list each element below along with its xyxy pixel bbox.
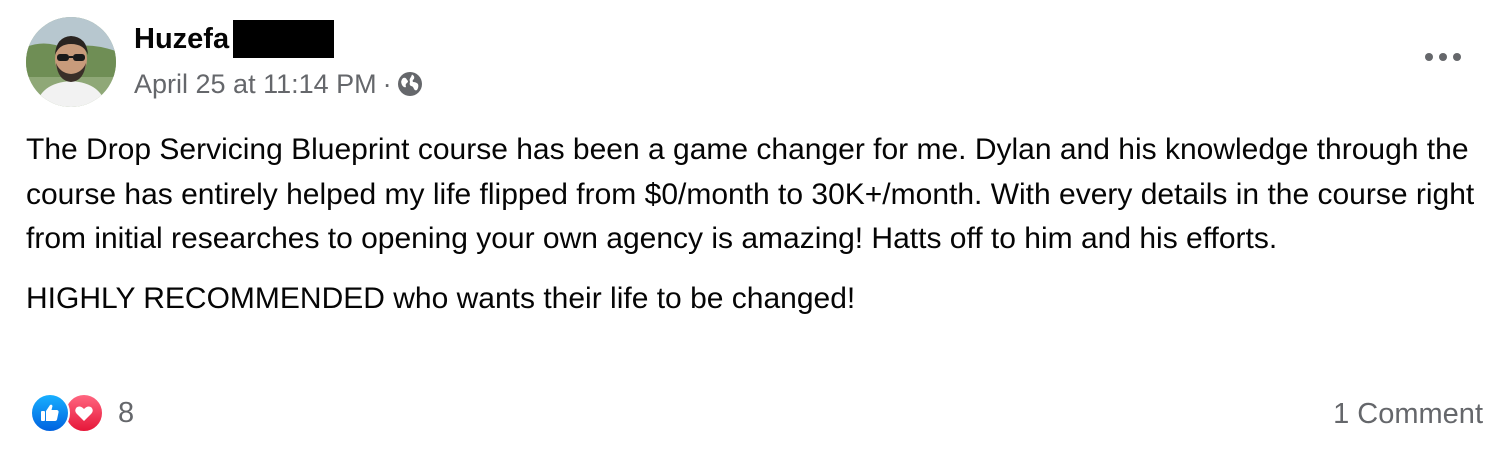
love-icon (64, 393, 104, 433)
post-author-row: Huzefa (134, 19, 335, 59)
more-options-button[interactable] (1418, 40, 1468, 76)
reactions-summary[interactable]: 8 (30, 391, 134, 435)
comment-count-link[interactable]: 1 Comment (1333, 392, 1483, 436)
name-redaction-box (233, 20, 335, 58)
author-name[interactable]: Huzefa (134, 19, 229, 59)
like-icon (30, 393, 70, 433)
author-avatar[interactable] (26, 17, 116, 107)
globe-icon[interactable] (397, 71, 423, 97)
more-options-icon (1423, 49, 1463, 67)
post-paragraph: HIGHLY RECOMMENDED who wants their life … (26, 281, 856, 315)
meta-separator: · (382, 69, 392, 99)
post-body: The Drop Servicing Blueprint course has … (26, 128, 1486, 321)
post-paragraph: The Drop Servicing Blueprint course has … (26, 133, 1475, 255)
post-timestamp[interactable]: April 25 at 11:14 PM (134, 66, 377, 102)
post-meta: April 25 at 11:14 PM · (134, 66, 423, 102)
reaction-count: 8 (118, 396, 135, 429)
